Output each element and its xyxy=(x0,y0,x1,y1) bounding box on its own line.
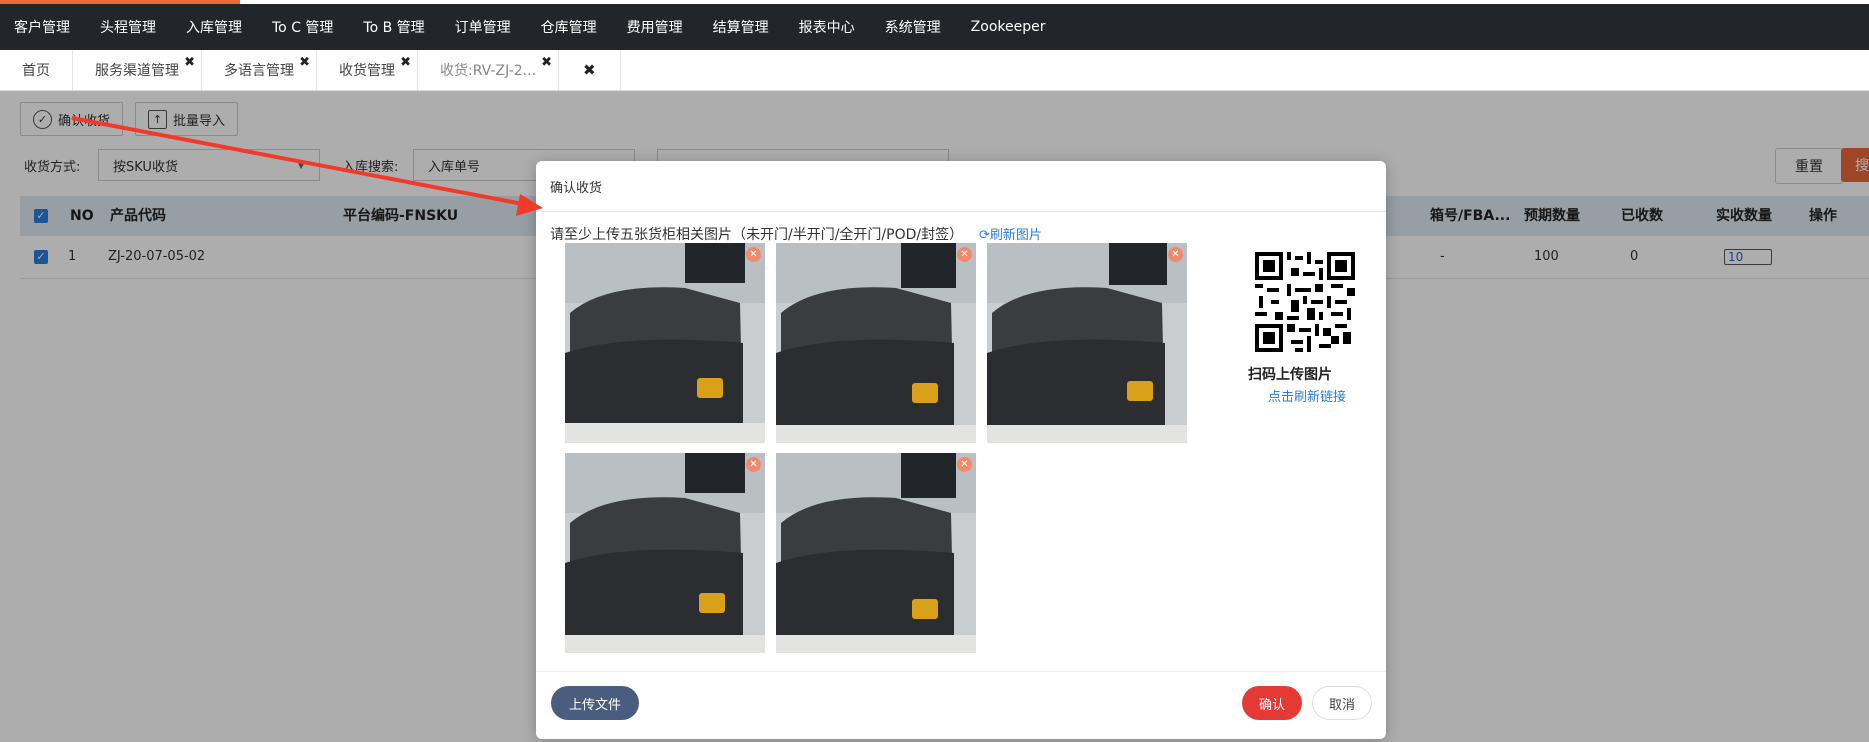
nav-item-reports[interactable]: 报表中心 xyxy=(799,17,855,37)
nav-item-to-b[interactable]: To B 管理 xyxy=(363,17,424,37)
refresh-icon: ⟳ xyxy=(979,228,990,243)
tab-multilanguage[interactable]: 多语言管理 ✖ xyxy=(202,50,317,90)
tab-receiving[interactable]: 收货管理 ✖ xyxy=(317,50,418,90)
delete-photo-icon[interactable]: ✕ xyxy=(746,247,761,262)
refresh-images-link[interactable]: ⟳刷新图片 xyxy=(979,224,1042,243)
close-all-tabs-button[interactable]: ✖ xyxy=(559,50,621,90)
dialog-title: 确认收货 xyxy=(550,181,603,196)
divider xyxy=(536,671,1386,672)
tab-label: 多语言管理 xyxy=(224,63,294,79)
container-photo-5[interactable]: ✕ xyxy=(776,453,976,653)
nav-item-fees[interactable]: 费用管理 xyxy=(627,17,683,37)
container-photo-1[interactable]: ✕ xyxy=(565,243,765,443)
upload-file-button[interactable]: 上传文件 xyxy=(551,686,639,720)
scan-upload-label: 扫码上传图片 xyxy=(1248,367,1332,383)
tab-label: 首页 xyxy=(22,63,50,79)
tab-label: 收货管理 xyxy=(339,63,395,79)
tab-home[interactable]: 首页 xyxy=(0,50,73,90)
container-photo-3[interactable]: ✕ xyxy=(987,243,1187,443)
close-icon[interactable]: ✖ xyxy=(184,56,195,69)
nav-item-inbound[interactable]: 入库管理 xyxy=(186,17,242,37)
close-icon[interactable]: ✖ xyxy=(400,56,411,69)
nav-item-orders[interactable]: 订单管理 xyxy=(455,17,511,37)
nav-item-settlement[interactable]: 结算管理 xyxy=(713,17,769,37)
close-icon[interactable]: ✖ xyxy=(541,56,552,69)
delete-photo-icon[interactable]: ✕ xyxy=(957,247,972,262)
tab-label: 收货:RV-ZJ-2... xyxy=(440,63,537,79)
delete-photo-icon[interactable]: ✕ xyxy=(1168,247,1183,262)
printer-photo xyxy=(776,243,976,443)
confirm-button[interactable]: 确认 xyxy=(1242,686,1302,720)
container-photo-4[interactable]: ✕ xyxy=(565,453,765,653)
tab-receiving-detail[interactable]: 收货:RV-ZJ-2... ✖ xyxy=(418,50,560,90)
close-icon[interactable]: ✖ xyxy=(299,56,310,69)
refresh-images-label: 刷新图片 xyxy=(989,228,1042,243)
qr-code-icon xyxy=(1255,252,1355,352)
nav-item-first-leg[interactable]: 头程管理 xyxy=(100,17,156,37)
nav-item-customers[interactable]: 客户管理 xyxy=(14,17,70,37)
divider xyxy=(536,211,1386,212)
cancel-button[interactable]: 取消 xyxy=(1312,686,1372,720)
tab-bar: 首页 服务渠道管理 ✖ 多语言管理 ✖ 收货管理 ✖ 收货:RV-ZJ-2... ✖ ✖ xyxy=(0,50,1869,91)
tab-label: 服务渠道管理 xyxy=(95,63,179,79)
nav-item-warehouse[interactable]: 仓库管理 xyxy=(541,17,597,37)
tab-service-channel[interactable]: 服务渠道管理 ✖ xyxy=(73,50,202,90)
printer-photo xyxy=(565,453,765,653)
container-photo-2[interactable]: ✕ xyxy=(776,243,976,443)
printer-photo xyxy=(565,243,765,443)
close-icon: ✖ xyxy=(583,61,596,79)
printer-photo xyxy=(776,453,976,653)
nav-item-system[interactable]: 系统管理 xyxy=(885,17,941,37)
upload-hint: 请至少上传五张货柜相关图片（未开门/半开门/全开门/POD/封签） xyxy=(550,227,964,243)
nav-item-to-c[interactable]: To C 管理 xyxy=(272,17,333,37)
refresh-link[interactable]: 点击刷新链接 xyxy=(1268,386,1346,405)
nav-item-zookeeper[interactable]: Zookeeper xyxy=(971,19,1046,35)
printer-photo xyxy=(987,243,1187,443)
top-navigation: 客户管理 头程管理 入库管理 To C 管理 To B 管理 订单管理 仓库管理… xyxy=(0,4,1869,50)
delete-photo-icon[interactable]: ✕ xyxy=(746,457,761,472)
delete-photo-icon[interactable]: ✕ xyxy=(957,457,972,472)
confirm-receipt-dialog: 确认收货 请至少上传五张货柜相关图片（未开门/半开门/全开门/POD/封签） ⟳… xyxy=(536,161,1386,739)
